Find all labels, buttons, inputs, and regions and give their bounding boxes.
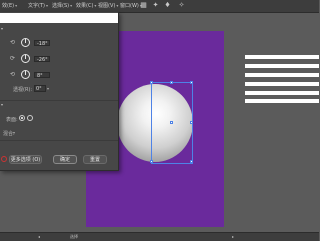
ok-button[interactable]: 确定 — [53, 155, 77, 164]
status-tool-label: 选择 — [70, 234, 78, 239]
selection-handle[interactable] — [150, 81, 153, 84]
selection-handle[interactable] — [190, 160, 193, 163]
menu-window[interactable]: 窗口(W)▾ — [120, 2, 142, 9]
center-point[interactable] — [170, 121, 173, 124]
blend-dropdown-icon[interactable]: ▾ — [13, 130, 15, 135]
selection-handle[interactable] — [190, 81, 193, 84]
preview-checkbox[interactable] — [1, 156, 7, 162]
surface-option-radio[interactable] — [19, 115, 25, 121]
rotate-y-icon: ⟳ — [10, 55, 16, 62]
rotate-y-field[interactable]: -26° — [34, 56, 50, 63]
stripe-shape[interactable] — [245, 64, 319, 68]
more-options-button[interactable]: 更多选项 (O) — [9, 155, 42, 164]
angle-dial[interactable] — [21, 54, 30, 63]
menu-text[interactable]: 文字(T)▾ — [28, 2, 48, 9]
menu-select[interactable]: 选择(S)▾ — [52, 2, 72, 9]
angle-dial[interactable] — [21, 70, 30, 79]
grid-icon[interactable]: ▦ — [140, 2, 147, 9]
star-icon[interactable]: ✧ — [178, 2, 185, 9]
selection-handle[interactable] — [190, 121, 193, 124]
perspective-label: 透视(R): — [13, 87, 33, 93]
arrow-icon[interactable]: ✦ — [152, 2, 159, 9]
stripe-shape[interactable] — [245, 73, 319, 77]
stripe-shape[interactable] — [245, 55, 319, 59]
stripe-shape[interactable] — [245, 91, 319, 95]
surface-label: 表面: — [6, 117, 18, 123]
menu-view[interactable]: 视图(V)▾ — [98, 2, 118, 9]
rotate-z-icon: ⟲ — [10, 71, 16, 78]
divider — [0, 140, 118, 141]
collapse-arrow-icon[interactable]: ▾ — [1, 26, 3, 31]
stripe-shape[interactable] — [245, 82, 319, 86]
selection-handle[interactable] — [170, 81, 173, 84]
divider — [0, 100, 118, 101]
menu-edit[interactable]: 效(E)▾ — [2, 2, 17, 9]
perspective-field[interactable]: 0° — [34, 85, 46, 92]
reset-button[interactable]: 重置 — [83, 155, 107, 164]
rotate-x-icon: ⟲ — [10, 39, 16, 46]
rotate-x-field[interactable]: -18° — [34, 40, 50, 47]
stripe-shape[interactable] — [245, 99, 319, 103]
perspective-dropdown-icon[interactable]: ▾ — [47, 86, 49, 91]
angle-dial[interactable] — [21, 38, 30, 47]
status-arrow-icon[interactable]: ▸ — [232, 234, 234, 239]
status-arrow-icon[interactable]: ◂ — [38, 234, 40, 239]
selection-handle[interactable] — [150, 160, 153, 163]
menu-effect[interactable]: 效果(C)▾ — [76, 2, 96, 9]
rotate-z-field[interactable]: 8° — [34, 72, 50, 79]
brush-icon[interactable]: ♦ — [164, 2, 171, 9]
surface-option-radio[interactable] — [27, 115, 33, 121]
3d-options-dialog: ▾ ⟲ -18° ⟳ -26° ⟲ 8° 透视(R): 0° ▾ ▾ 表面: 混… — [0, 12, 119, 171]
collapse-arrow-icon[interactable]: ▾ — [1, 102, 3, 107]
dialog-title-bar[interactable] — [0, 13, 118, 23]
